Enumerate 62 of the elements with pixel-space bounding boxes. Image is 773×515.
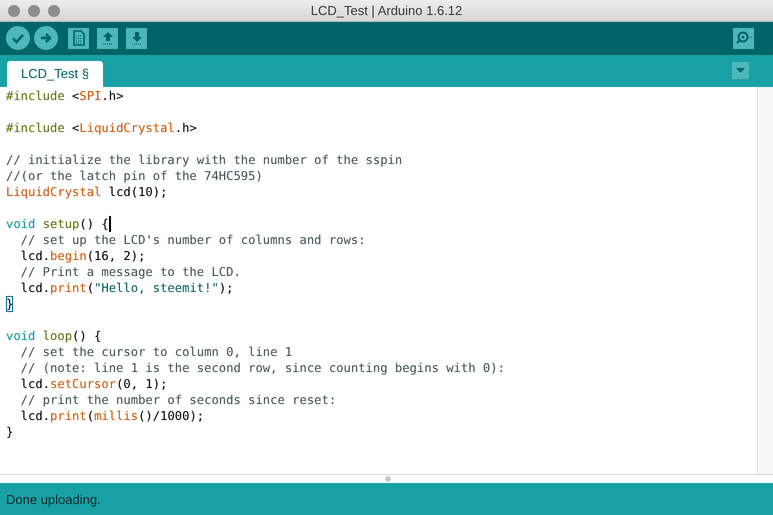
code-token: millis [94,408,138,424]
code-token: setup [42,216,80,232]
code-token: LiquidCrystal [79,120,175,136]
new-button[interactable] [68,28,89,49]
code-token: { [101,216,111,232]
code-token: < [72,120,80,136]
code-token: void [6,328,36,344]
code-token: void [6,216,36,232]
code-comment: // initialize the library with the number of the sspin [6,152,402,168]
tab-menu-button[interactable] [732,62,749,79]
code-comment: // print the number of seconds since reset: [20,392,336,408]
code-token: ( [86,280,94,296]
verify-button[interactable] [6,26,30,50]
caret-icon [736,68,745,73]
code-comment: // set up the LCD's number of columns and rows: [20,232,366,248]
zoom-icon[interactable] [48,5,60,17]
code-token: #include [6,88,66,104]
code-comment: // Print a message to the LCD. [20,264,241,280]
code-token: lcd. [20,376,50,392]
magnifier-icon [734,30,752,46]
window-title: LCD_Test | Arduino 1.6.12 [310,2,462,18]
save-button[interactable] [126,28,147,49]
document-icon [72,30,86,46]
code-token: (16, 2); [86,248,146,264]
code-comment: // (note: line 1 is the second row, since counting begins with 0): [20,360,505,376]
scrollbar-track[interactable] [757,86,773,474]
arrow-down-icon [130,30,144,46]
code-token: begin [50,248,87,264]
close-icon[interactable] [8,5,20,17]
code-token: #include [6,120,66,136]
code-token: SPI [79,88,102,104]
code-token: } [6,296,14,312]
splitter-handle[interactable] [385,476,391,482]
code-token: print [50,280,87,296]
code-token: .h> [101,88,124,104]
code-token: () [79,216,96,232]
code-token: print [50,408,87,424]
upload-button[interactable] [34,26,58,50]
code-token: ); [218,280,234,296]
code-token: LiquidCrystal [6,184,102,200]
serial-monitor-button[interactable] [733,28,754,49]
code-comment: //(or the latch pin of the 74HC595) [6,168,263,184]
code-token: loop [42,328,72,344]
arrow-up-icon [100,30,114,46]
code-comment: // set the cursor to column 0, line 1 [20,344,292,360]
code-token: () { [72,328,102,344]
status-message: Done uploading. [6,492,101,507]
minimize-icon[interactable] [28,5,40,17]
code-token: } [6,424,14,440]
file-tab[interactable]: LCD_Test § [7,60,103,87]
code-token: (0, 1); [116,376,168,392]
code-token: "Hello, steemit!" [94,280,219,296]
code-token: setCursor [50,376,116,392]
code-token: lcd. [20,280,50,296]
code-token: .h> [174,120,197,136]
code-token: lcd(10); [108,184,168,200]
code-token: ( [86,408,94,424]
code-token: lcd. [20,408,50,424]
code-token: ()/1000); [138,408,204,424]
code-token: lcd. [20,248,50,264]
code-token: < [72,88,80,104]
open-button[interactable] [97,28,118,49]
